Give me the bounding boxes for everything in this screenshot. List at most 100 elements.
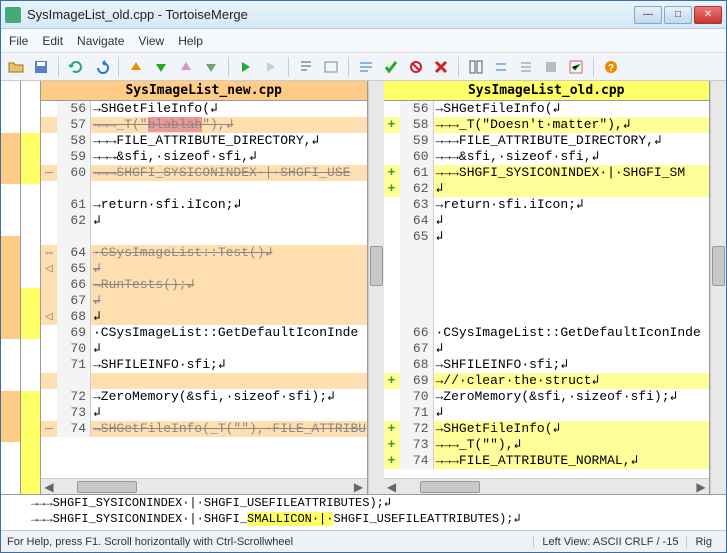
next-conflict-button[interactable]	[200, 56, 222, 78]
status-right: Rig	[686, 536, 720, 548]
code-line[interactable]: +61→→→SHGFI_SYSICONINDEX·|·SHGFI_SM	[384, 165, 710, 181]
code-line[interactable]	[41, 373, 367, 389]
locator-bar-left[interactable]	[1, 81, 21, 494]
cancel-button[interactable]	[430, 56, 452, 78]
left-pane: SysImageList_new.cpp 56→SHGetFileInfo(↲5…	[41, 81, 368, 494]
bottom-pane[interactable]: →→→SHGFI_SYSICONINDEX·|·SHGFI_USEFILEATT…	[1, 494, 726, 530]
right-v-scrollbar[interactable]	[710, 81, 726, 494]
undo-button[interactable]	[90, 56, 112, 78]
wrap-button[interactable]	[355, 56, 377, 78]
minimize-button[interactable]: —	[634, 6, 662, 24]
help-button[interactable]: ?	[600, 56, 622, 78]
code-line[interactable]: ◁68↲	[41, 309, 367, 325]
list-button[interactable]	[515, 56, 537, 78]
window-title: SysImageList_old.cpp - TortoiseMerge	[27, 7, 634, 22]
compare-button[interactable]	[490, 56, 512, 78]
code-line[interactable]	[384, 245, 710, 261]
code-line[interactable]	[384, 293, 710, 309]
right-pane-title: SysImageList_old.cpp	[384, 81, 710, 101]
reject-button[interactable]	[405, 56, 427, 78]
code-line[interactable]: 56→SHGetFileInfo(↲	[41, 101, 367, 117]
code-line[interactable]: 59→→→FILE_ATTRIBUTE_DIRECTORY,↲	[384, 133, 710, 149]
mark-button[interactable]	[565, 56, 587, 78]
svg-text:?: ?	[608, 63, 614, 74]
code-line[interactable]: 60→→→&sfi,·sizeof·sfi,↲	[384, 149, 710, 165]
menubar: File Edit Navigate View Help	[1, 29, 726, 53]
whitespace-button[interactable]	[295, 56, 317, 78]
maximize-button[interactable]: □	[664, 6, 692, 24]
go-button[interactable]	[235, 56, 257, 78]
menu-help[interactable]: Help	[178, 34, 203, 48]
inline-button[interactable]	[320, 56, 342, 78]
code-line[interactable]: 69·CSysImageList::GetDefaultIconInde	[41, 325, 367, 341]
code-line[interactable]: 63→return·sfi.iIcon;↲	[384, 197, 710, 213]
code-line[interactable]: +73→→→_T(""),↲	[384, 437, 710, 453]
menu-view[interactable]: View	[138, 34, 164, 48]
code-line[interactable]: 64↲	[384, 213, 710, 229]
code-line[interactable]: ◁65↲	[41, 261, 367, 277]
accept-button[interactable]	[380, 56, 402, 78]
code-line[interactable]: 67↲	[41, 293, 367, 309]
code-line[interactable]	[384, 261, 710, 277]
menu-file[interactable]: File	[9, 34, 28, 48]
main-area: SysImageList_new.cpp 56→SHGetFileInfo(↲5…	[1, 81, 726, 530]
code-line[interactable]: 66·CSysImageList::GetDefaultIconInde	[384, 325, 710, 341]
left-v-scrollbar[interactable]	[368, 81, 384, 494]
code-line[interactable]	[384, 309, 710, 325]
code-line[interactable]: 70↲	[41, 341, 367, 357]
code-line[interactable]: +69→//·clear·the·struct↲	[384, 373, 710, 389]
right-h-scrollbar[interactable]: ◀▶	[384, 478, 710, 494]
code-line[interactable]: 62↲	[41, 213, 367, 229]
code-line[interactable]: 58→→→FILE_ATTRIBUTE_DIRECTORY,↲	[41, 133, 367, 149]
close-button[interactable]: ✕	[694, 6, 722, 24]
code-line[interactable]: +62↲	[384, 181, 710, 197]
right-code-area[interactable]: 56→SHGetFileInfo(↲+58→→→_T("Doesn't·matt…	[384, 101, 710, 478]
locator-bar-right[interactable]	[21, 81, 41, 494]
prev-diff-button[interactable]	[125, 56, 147, 78]
code-line[interactable]: 72→ZeroMemory(&sfi,·sizeof·sfi);↲	[41, 389, 367, 405]
next-button[interactable]	[260, 56, 282, 78]
bottom-line-2: →→→SHGFI_SYSICONINDEX·|·SHGFI_SMALLICON·…	[1, 511, 726, 527]
left-h-scrollbar[interactable]: ◀▶	[41, 478, 367, 494]
two-pane-button[interactable]	[465, 56, 487, 78]
code-line[interactable]: +74→→→FILE_ATTRIBUTE_NORMAL,↲	[384, 453, 710, 469]
app-icon	[5, 7, 21, 23]
left-code-area[interactable]: 56→SHGetFileInfo(↲57→→→_T("blablah"),↲58…	[41, 101, 367, 478]
code-line[interactable]: 66→RunTests();↲	[41, 277, 367, 293]
code-line[interactable]: 68→SHFILEINFO·sfi;↲	[384, 357, 710, 373]
grid-button[interactable]	[540, 56, 562, 78]
code-line[interactable]	[41, 229, 367, 245]
menu-edit[interactable]: Edit	[42, 34, 63, 48]
code-line[interactable]: ⇔64·CSysImageList::Test()↲	[41, 245, 367, 261]
app-window: { "title": "SysImageList_old.cpp - Torto…	[0, 0, 727, 553]
code-line[interactable]: 67↲	[384, 341, 710, 357]
code-line[interactable]: 71↲	[384, 405, 710, 421]
status-view: Left View: ASCII CRLF / -15	[533, 536, 686, 548]
next-diff-button[interactable]	[150, 56, 172, 78]
code-line[interactable]: +58→→→_T("Doesn't·matter"),↲	[384, 117, 710, 133]
toolbar: ?	[1, 53, 726, 81]
code-line[interactable]: —60→→→SHGFI_SYSICONINDEX·|·SHGFI_USE	[41, 165, 367, 181]
code-line[interactable]: 59→→→&sfi,·sizeof·sfi,↲	[41, 149, 367, 165]
bottom-line-1: →→→SHGFI_SYSICONINDEX·|·SHGFI_USEFILEATT…	[1, 495, 726, 511]
menu-navigate[interactable]: Navigate	[77, 34, 124, 48]
open-button[interactable]	[5, 56, 27, 78]
code-line[interactable]: 71→SHFILEINFO·sfi;↲	[41, 357, 367, 373]
right-pane: SysImageList_old.cpp 56→SHGetFileInfo(↲+…	[384, 81, 711, 494]
code-line[interactable]: 56→SHGetFileInfo(↲	[384, 101, 710, 117]
code-line[interactable]: 57→→→_T("blablah"),↲	[41, 117, 367, 133]
code-line[interactable]: 70→ZeroMemory(&sfi,·sizeof·sfi);↲	[384, 389, 710, 405]
code-line[interactable]: 73↲	[41, 405, 367, 421]
code-line[interactable]	[384, 277, 710, 293]
code-line[interactable]: +72→SHGetFileInfo(↲	[384, 421, 710, 437]
code-line[interactable]: 61→return·sfi.iIcon;↲	[41, 197, 367, 213]
code-line[interactable]	[41, 181, 367, 197]
prev-conflict-button[interactable]	[175, 56, 197, 78]
status-help: For Help, press F1. Scroll horizontally …	[7, 536, 293, 548]
reload-button[interactable]	[65, 56, 87, 78]
save-button[interactable]	[30, 56, 52, 78]
code-line[interactable]: 65↲	[384, 229, 710, 245]
status-bar: For Help, press F1. Scroll horizontally …	[1, 530, 726, 552]
titlebar: SysImageList_old.cpp - TortoiseMerge — □…	[1, 1, 726, 29]
code-line[interactable]: —74→SHGetFileInfo(_T(""),·FILE_ATTRIBU	[41, 421, 367, 437]
